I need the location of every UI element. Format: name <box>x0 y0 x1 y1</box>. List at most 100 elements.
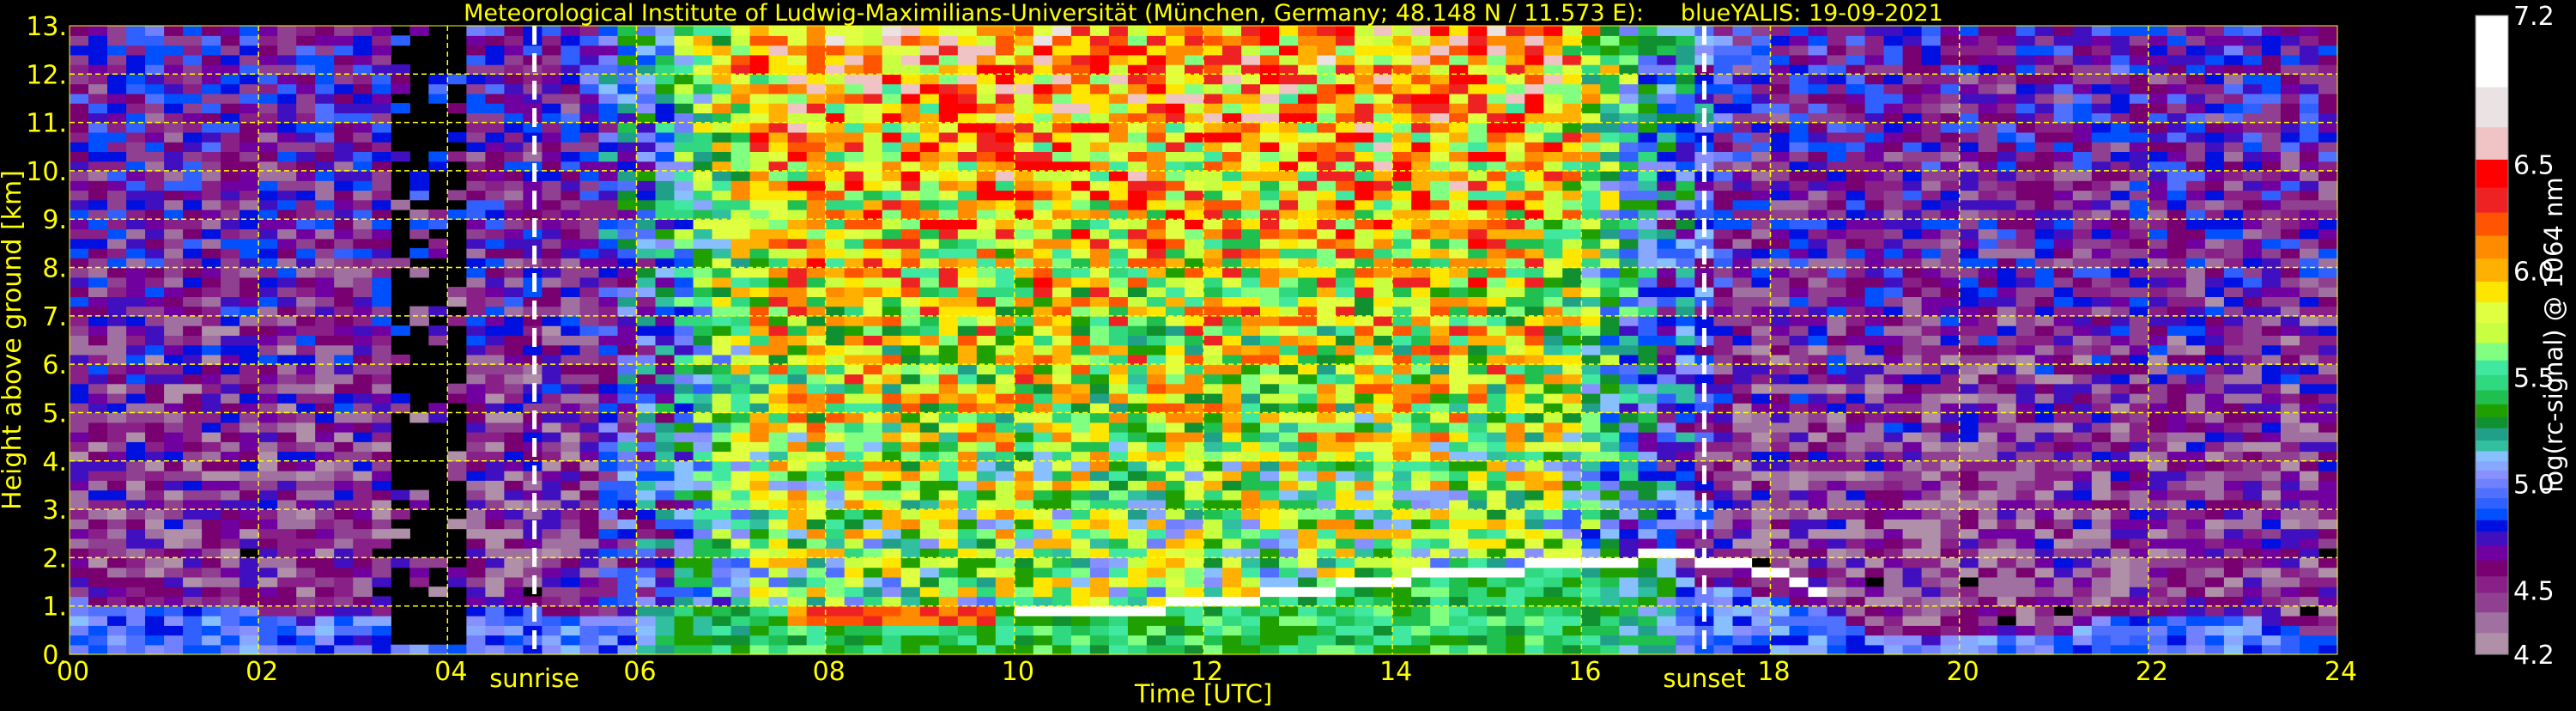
heatmap-cell <box>183 190 203 201</box>
heatmap-cell <box>107 93 127 104</box>
heatmap-cell <box>1222 267 1242 278</box>
heatmap-cell <box>1241 170 1261 181</box>
heatmap-cell <box>712 93 732 104</box>
heatmap-cell <box>1108 471 1129 481</box>
heatmap-cell <box>1298 509 1318 520</box>
heatmap-cell <box>1449 460 1469 471</box>
heatmap-cell <box>1487 557 1506 568</box>
heatmap-cell <box>617 315 638 326</box>
heatmap-cell <box>863 605 883 617</box>
heatmap-cell <box>749 151 770 162</box>
heatmap-cell <box>183 315 203 326</box>
heatmap-cell <box>844 54 864 65</box>
heatmap-cell <box>239 567 259 578</box>
heatmap-cell <box>126 26 146 36</box>
heatmap-cell <box>504 354 524 365</box>
heatmap-cell <box>1506 83 1525 94</box>
heatmap-cell <box>428 557 448 568</box>
heatmap-cell <box>863 489 883 501</box>
heatmap-cell <box>485 460 505 471</box>
heatmap-cell <box>1185 180 1204 191</box>
heatmap-cell <box>1506 403 1525 414</box>
heatmap-cell <box>674 93 694 104</box>
heatmap-cell <box>825 238 846 249</box>
heatmap-cell <box>1260 548 1280 558</box>
heatmap-cell <box>1487 392 1506 404</box>
heatmap-cell <box>466 248 486 258</box>
heatmap-cell <box>1355 374 1374 385</box>
heatmap-cell <box>900 499 921 510</box>
heatmap-cell <box>1373 489 1393 501</box>
heatmap-cell <box>957 35 978 46</box>
heatmap-cell <box>70 499 89 510</box>
heatmap-cell <box>995 26 1015 36</box>
heatmap-cell <box>1430 199 1450 210</box>
heatmap-cell <box>315 499 335 510</box>
heatmap-cell <box>1127 74 1148 85</box>
heatmap-cell <box>145 528 165 539</box>
heatmap-cell <box>919 432 940 442</box>
heatmap-cell <box>1543 54 1563 65</box>
heatmap-cell <box>334 509 354 520</box>
heatmap-cell <box>900 45 921 56</box>
heatmap-cell <box>674 325 694 336</box>
heatmap-cell <box>1070 451 1091 462</box>
heatmap-cell <box>1279 625 1299 636</box>
heatmap-cell <box>1108 625 1129 636</box>
heatmap-cell <box>221 471 240 481</box>
heatmap-cell <box>239 35 259 46</box>
heatmap-cell <box>900 441 921 453</box>
heatmap-cell <box>919 335 940 346</box>
heatmap-cell <box>447 74 467 85</box>
heatmap-cell <box>353 210 373 220</box>
heatmap-cell <box>844 625 864 636</box>
heatmap-cell <box>277 258 297 269</box>
heatmap-cell <box>1524 374 1544 385</box>
heatmap-cell <box>674 335 694 346</box>
heatmap-cell <box>1487 219 1506 230</box>
heatmap-cell <box>938 354 959 365</box>
heatmap-cell <box>674 306 694 317</box>
heatmap-cell <box>900 74 921 85</box>
heatmap-cell <box>1203 364 1223 375</box>
heatmap-cell <box>1543 422 1563 433</box>
heatmap-cell <box>372 248 391 258</box>
heatmap-cell <box>1411 287 1431 297</box>
heatmap-cell <box>466 170 486 181</box>
heatmap-cell <box>277 296 297 307</box>
heatmap-cell <box>1166 480 1185 491</box>
heatmap-cell <box>1449 199 1469 210</box>
heatmap-cell <box>1524 586 1544 598</box>
heatmap-cell <box>749 131 770 143</box>
heatmap-cell <box>655 335 676 346</box>
heatmap-cell <box>1108 180 1129 191</box>
heatmap-cell <box>334 276 354 288</box>
heatmap-cell <box>372 567 391 578</box>
heatmap-cell <box>145 45 165 56</box>
heatmap-cell <box>636 45 657 56</box>
heatmap-cell <box>561 287 580 297</box>
heatmap-cell <box>749 315 770 326</box>
heatmap-cell <box>1355 499 1374 510</box>
heatmap-cell <box>126 142 146 152</box>
heatmap-cell <box>825 335 846 346</box>
heatmap-cell <box>1317 354 1336 365</box>
heatmap-cell <box>1430 644 1450 655</box>
heatmap-cell <box>1506 422 1525 433</box>
heatmap-cell <box>1543 528 1563 539</box>
heatmap-cell <box>221 248 240 258</box>
heatmap-cell <box>409 248 429 258</box>
heatmap-cell <box>372 131 391 143</box>
heatmap-cell <box>1336 258 1355 269</box>
heatmap-cell <box>1014 238 1034 249</box>
heatmap-cell <box>844 383 864 394</box>
heatmap-cell <box>844 306 864 317</box>
heatmap-cell <box>768 228 789 240</box>
heatmap-cell <box>1355 528 1374 539</box>
heatmap-cell <box>844 151 864 162</box>
heatmap-cell <box>579 287 600 297</box>
heatmap-cell <box>863 315 883 326</box>
heatmap-cell <box>315 644 335 655</box>
heatmap-cell <box>1241 441 1261 453</box>
heatmap-cell <box>919 344 940 356</box>
